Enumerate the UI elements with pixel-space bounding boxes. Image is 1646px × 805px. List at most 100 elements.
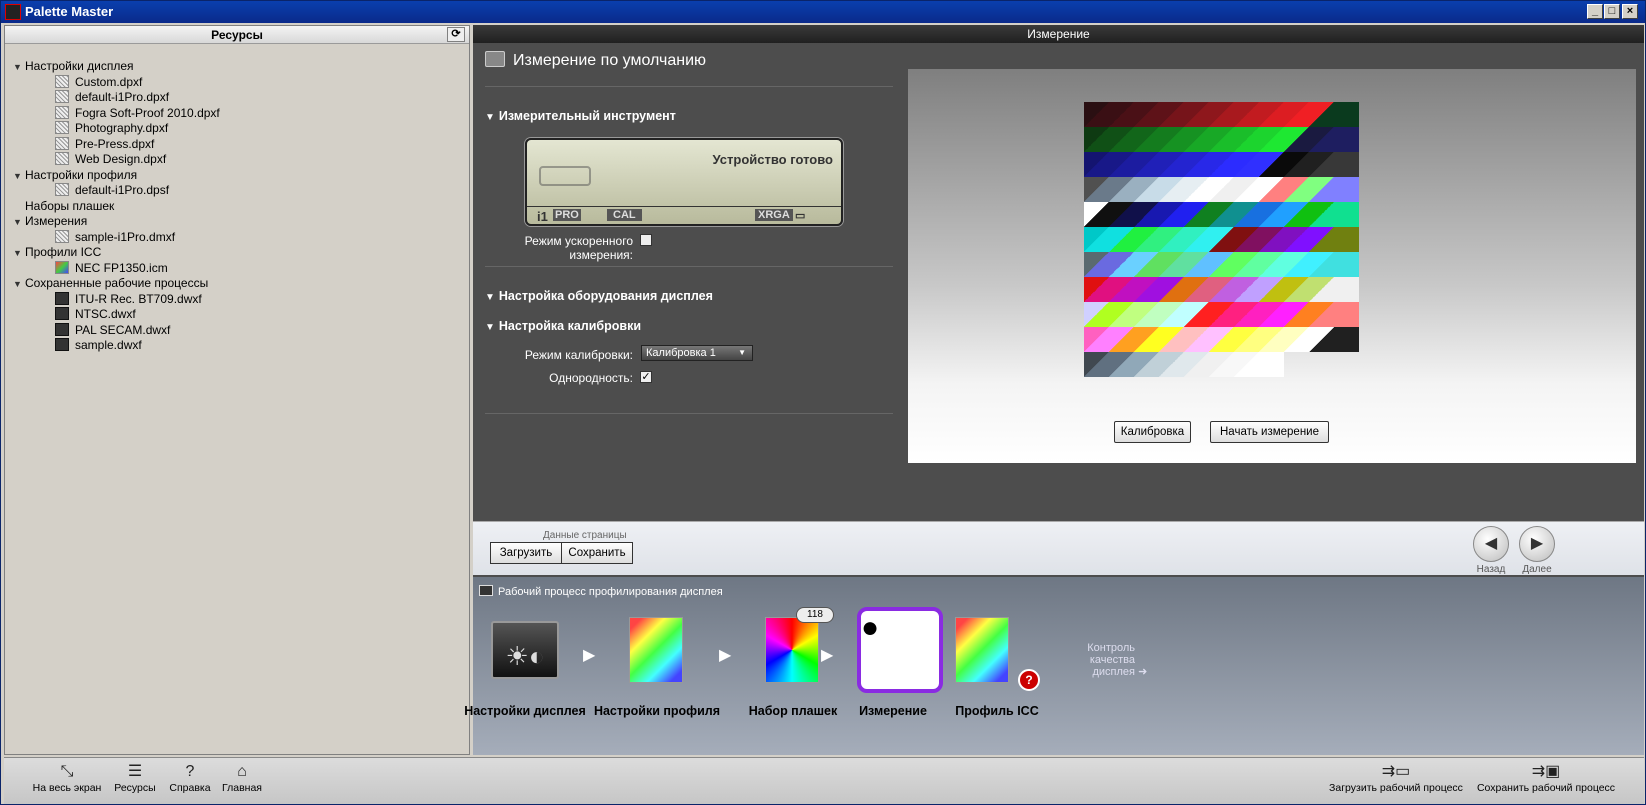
file-icon [55,90,69,103]
refresh-icon[interactable]: ⟳ [447,27,465,42]
tree-file-label: PAL SECAM.dwxf [75,322,171,337]
file-icon [55,260,69,274]
color-patch [1284,177,1309,202]
start-measurement-button[interactable]: Начать измерение [1210,421,1329,443]
tree-file[interactable]: Pre-Press.dpxf [13,136,453,153]
tree-file[interactable]: sample.dwxf [13,338,453,354]
tree-folder[interactable]: ▼ Настройки профиля [13,168,453,184]
color-patch [1234,352,1259,377]
step-display-settings[interactable]: ☀◐ [481,613,567,695]
divider [485,413,893,414]
hardware-group-toggle[interactable]: ▼ Настройка оборудования дисплея [485,289,713,303]
tree-folder-label: Измерения [25,214,88,228]
resources-button[interactable]: ☰ Ресурсы [112,762,158,794]
tree-file[interactable]: sample-i1Pro.dmxf [13,229,453,246]
list-icon: ☰ [127,763,143,780]
color-patch [1284,127,1309,152]
resources-title: Ресурсы [211,28,263,42]
divider [485,266,893,267]
fullscreen-button[interactable]: ⤡ На весь экран [32,762,102,794]
color-patch [1259,202,1284,227]
step-profile-settings[interactable] [613,613,699,695]
tree-file[interactable]: Custom.dpxf [13,74,453,91]
color-patch [1234,327,1259,352]
color-patch [1084,202,1109,227]
color-patch [1134,202,1159,227]
save-workflow-button[interactable]: ⇉▣ Сохранить рабочий процесс [1474,762,1618,794]
help-label: Справка [169,782,211,794]
color-patch [1084,127,1109,152]
triangle-down-icon[interactable]: ▼ [13,277,25,292]
tree-file[interactable]: default-i1Pro.dpxf [13,90,453,106]
tree-folder[interactable]: Наборы плашек [13,199,453,215]
color-patch [1084,352,1109,377]
next-label: Далее [1522,564,1552,575]
arrow-right-icon: ▶ [719,647,732,664]
tree-file-label: default-i1Pro.dpxf [75,90,170,104]
calibration-mode-select[interactable]: Калибровка 1 ▼ [641,345,753,361]
workflow-title-text: Рабочий процесс профилирования дисплея [498,586,723,598]
tree-file-label: NEC FP1350.icm [75,260,168,275]
maximize-button[interactable]: □ [1604,4,1620,19]
tree-file-label: Photography.dpxf [75,121,169,135]
main-header: Измерение [473,25,1644,43]
tree-file[interactable]: NEC FP1350.icm [13,260,453,277]
triangle-down-icon[interactable]: ▼ [13,246,25,261]
color-patch [1084,277,1109,302]
minimize-button[interactable]: _ [1587,4,1603,19]
fast-mode-label: Режим ускоренного измерения: [524,234,633,262]
triangle-down-icon[interactable]: ▼ [13,215,25,230]
color-patch [1209,102,1234,127]
color-patch [1084,327,1109,352]
calibrate-button[interactable]: Калибровка [1114,421,1191,443]
color-patch [1134,127,1159,152]
tree-file[interactable]: default-i1Pro.dpsf [13,183,453,199]
instrument-group-toggle[interactable]: ▼ Измерительный инструмент [485,109,676,123]
triangle-down-icon[interactable]: ▼ [13,60,25,75]
load-workflow-label: Загрузить рабочий процесс [1329,782,1463,794]
color-patch [1309,177,1334,202]
tree-file[interactable]: Fogra Soft-Proof 2010.dpxf [13,105,453,122]
triangle-down-icon: ▼ [485,322,495,333]
close-button[interactable]: × [1622,4,1638,19]
back-button[interactable]: ◀ [1473,526,1509,562]
workflow-panel: Рабочий процесс профилирования дисплея ☀… [464,577,1644,755]
step-label: Настройки дисплея [464,704,586,718]
tree-file[interactable]: Photography.dpxf [13,121,453,137]
color-patch [1184,277,1209,302]
tree-file-label: default-i1Pro.dpsf [75,183,170,197]
tree-file-label: sample-i1Pro.dmxf [75,229,176,244]
tree-folder[interactable]: ▼ Профили ICC [13,245,453,261]
tree-folder[interactable]: ▼ Настройки дисплея [13,59,453,75]
next-button[interactable]: ▶ [1519,526,1555,562]
tree-folder[interactable]: ▼ Сохраненные рабочие процессы [13,276,453,292]
uniformity-checkbox[interactable]: ✓ [640,371,652,383]
help-icon: ? [185,763,195,780]
tree-folder[interactable]: ▼ Измерения [13,214,453,230]
help-button[interactable]: ? Справка [168,762,212,794]
tree-file[interactable]: PAL SECAM.dwxf [13,322,453,339]
calibration-group-toggle[interactable]: ▼ Настройка калибровки [485,319,641,333]
fast-mode-checkbox[interactable] [640,234,652,246]
quality-control-link[interactable]: Контроль качества дисплея ➜ [1045,642,1147,678]
triangle-down-icon[interactable]: ▼ [13,169,25,184]
color-patch [1309,277,1334,302]
color-patch [1259,277,1284,302]
color-patch [1184,177,1209,202]
tree-file[interactable]: NTSC.dwxf [13,307,453,323]
tree-file[interactable]: ITU-R Rec. BT709.dwxf [13,291,453,308]
load-page-button[interactable]: Загрузить [490,542,562,564]
load-workflow-button[interactable]: ⇉▭ Загрузить рабочий процесс [1326,762,1466,794]
question-icon: ? [1018,669,1040,691]
resources-panel: Ресурсы ⟳ ▼ Настройки дисплея Custom.dpxf d… [4,25,470,755]
color-patch [1159,127,1184,152]
tree-file[interactable]: Web Design.dpxf [13,152,453,168]
save-page-button[interactable]: Сохранить [561,542,633,564]
color-patch [1259,102,1284,127]
measure-device-icon [485,51,505,67]
step-icc-profile[interactable] [939,613,1025,695]
section-title: Измерение по умолчанию [485,51,706,70]
color-patch [1159,102,1184,127]
home-button[interactable]: ⌂ Главная [220,762,264,794]
lcd-brand: i1 [537,209,548,224]
